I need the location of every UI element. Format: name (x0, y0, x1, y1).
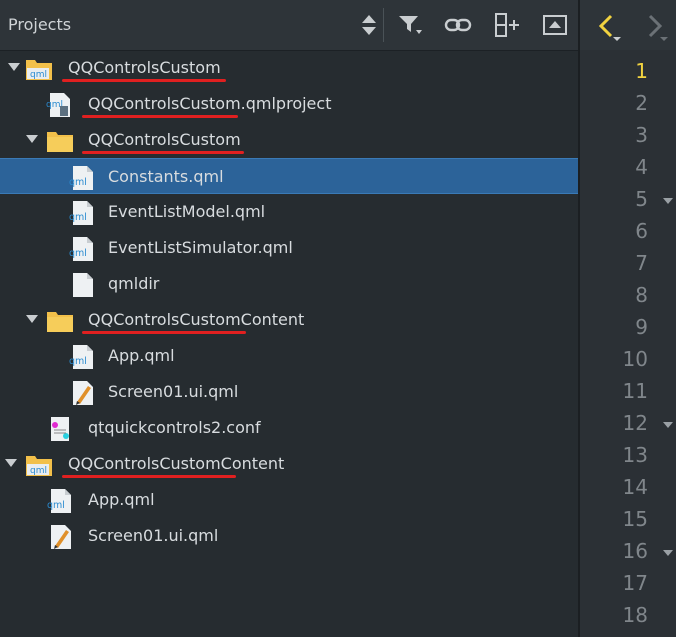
tree-item-label: QQControlsCustom (88, 130, 241, 149)
qml-file-icon: qml (46, 488, 74, 514)
line-number: 12 (622, 411, 648, 435)
tree-row[interactable]: Screen01.ui.qml (0, 518, 578, 554)
line-number: 6 (635, 219, 648, 243)
annotation-underline (62, 475, 236, 478)
line-number: 14 (622, 475, 648, 499)
fold-marker-icon[interactable] (663, 550, 673, 556)
expand-arrow-icon[interactable] (26, 135, 38, 143)
expand-arrow-icon[interactable] (5, 459, 17, 467)
svg-text:qml: qml (69, 356, 87, 367)
navigate-back-icon[interactable] (593, 11, 623, 41)
tree-item-label: Constants.qml (108, 167, 224, 186)
svg-text:qml: qml (47, 500, 65, 511)
navigate-forward-icon[interactable] (640, 11, 670, 41)
line-number: 18 (622, 603, 648, 627)
expand-arrow-icon[interactable] (26, 315, 38, 323)
tree-item-label: QQControlsCustom (68, 58, 221, 77)
qml-file-icon: qml (68, 165, 96, 191)
qml-file-icon: qml (68, 200, 96, 226)
blank-file-icon (68, 272, 96, 298)
svg-text:qml: qml (69, 248, 87, 259)
annotation-underline (82, 151, 244, 154)
tree-row[interactable]: qml QQControlsCustom (0, 50, 578, 86)
line-number: 7 (635, 251, 648, 275)
tree-item-label: Screen01.ui.qml (108, 382, 239, 401)
line-number: 13 (622, 443, 648, 467)
line-number: 11 (622, 379, 648, 403)
tree-row[interactable]: QQControlsCustom (0, 122, 578, 158)
filter-icon[interactable] (396, 11, 424, 39)
tree-item-label: Screen01.ui.qml (88, 526, 219, 545)
tree-row[interactable]: qml QQControlsCustomContent (0, 446, 578, 482)
tree-item-label: qtquickcontrols2.conf (88, 418, 261, 437)
tree-row[interactable]: qmldir (0, 266, 578, 302)
line-number: 8 (635, 283, 648, 307)
link-icon[interactable] (444, 11, 472, 39)
tree-item-label: qmldir (108, 274, 160, 293)
line-number: 15 (622, 507, 648, 531)
tree-item-label: QQControlsCustomContent (88, 310, 305, 329)
maximize-pane-icon[interactable] (541, 11, 569, 39)
line-number: 1 (635, 59, 648, 83)
svg-text:qml: qml (30, 70, 47, 80)
annotation-underline (62, 79, 226, 82)
tree-row[interactable]: qml App.qml (0, 338, 578, 374)
qml-file-icon: qml (68, 236, 96, 262)
line-number: 17 (622, 571, 648, 595)
tree-item-label: App.qml (88, 490, 155, 509)
line-number: 2 (635, 91, 648, 115)
folder-icon (46, 308, 74, 334)
folder-icon (46, 128, 74, 154)
qml-file-icon: qml (68, 344, 96, 370)
split-add-icon[interactable] (493, 11, 521, 39)
sort-icon[interactable] (355, 11, 383, 39)
line-number: 4 (635, 155, 648, 179)
tree-item-label: QQControlsCustomContent (68, 454, 285, 473)
annotation-underline (82, 115, 238, 118)
tree-row[interactable]: qml App.qml (0, 482, 578, 518)
fold-marker-icon[interactable] (663, 198, 673, 204)
tree-item-label: App.qml (108, 346, 175, 365)
line-number: 10 (622, 347, 648, 371)
tree-row[interactable]: qtquickcontrols2.conf (0, 410, 578, 446)
line-number: 5 (635, 187, 648, 211)
tree-item-label: EventListModel.qml (108, 202, 266, 221)
header-separator (383, 8, 384, 42)
tree-row[interactable]: Screen01.ui.qml (0, 374, 578, 410)
line-number: 9 (635, 315, 648, 339)
projects-header: Projects (0, 0, 578, 51)
ui-qml-file-icon (68, 380, 96, 406)
expand-arrow-icon[interactable] (8, 63, 20, 71)
qmlproject-file-icon: qml (46, 92, 74, 118)
qml-folder-icon: qml (25, 56, 53, 82)
tree-row[interactable]: qml EventListModel.qml (0, 194, 578, 230)
tree-row[interactable]: qml EventListSimulator.qml (0, 230, 578, 266)
ui-qml-file-icon (46, 524, 74, 550)
line-number: 16 (622, 539, 648, 563)
tree-item-label: EventListSimulator.qml (108, 238, 293, 257)
projects-title: Projects (8, 15, 72, 34)
svg-text:qml: qml (69, 177, 87, 188)
editor-toolbar (580, 0, 676, 50)
qml-folder-icon: qml (25, 452, 53, 478)
tree-item-label: QQControlsCustom.qmlproject (88, 94, 332, 113)
tree-row[interactable]: qml QQControlsCustom.qmlproject (0, 86, 578, 122)
line-number: 3 (635, 123, 648, 147)
fold-marker-icon[interactable] (663, 422, 673, 428)
svg-text:qml: qml (30, 466, 47, 476)
annotation-underline (82, 331, 246, 334)
tree-row[interactable]: qml Constants.qml (0, 158, 578, 194)
projects-pane: Projects qml QQControlsCustom qml QQCont… (0, 0, 578, 637)
editor-pane: 1 2 3 4 5 6 7 8 9 10 11 12 13 14 15 16 17 18 (580, 0, 676, 637)
conf-file-icon (46, 416, 74, 442)
tree-row[interactable]: QQControlsCustomContent (0, 302, 578, 338)
svg-text:qml: qml (69, 212, 87, 223)
